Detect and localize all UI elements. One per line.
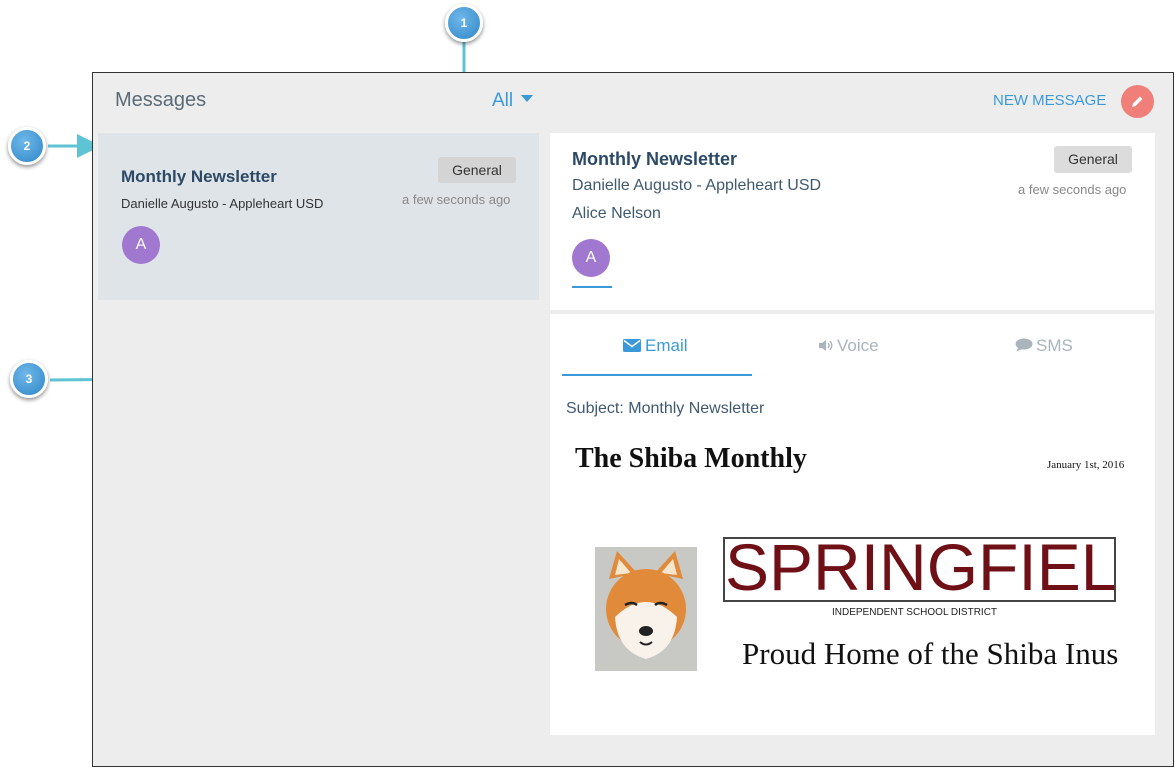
page-title: Messages (115, 89, 207, 111)
list-item-sender: Danielle Augusto - Appleheart USD (121, 196, 324, 211)
callout-2: 2 (8, 127, 46, 165)
detail-title: Monthly Newsletter (572, 149, 738, 169)
newsletter-tagline: Proud Home of the Shiba Inus (742, 636, 1119, 671)
shiba-image (595, 547, 697, 671)
list-item-avatar: A (122, 226, 160, 264)
pencil-icon (1132, 96, 1143, 107)
springfield-logo: SPRINGFIELD (723, 537, 1116, 602)
newsletter-date: January 1st, 2016 (1047, 459, 1125, 471)
filter-dropdown[interactable]: All (492, 90, 534, 112)
active-tab-indicator (562, 374, 752, 376)
caret-down-icon (521, 95, 534, 103)
detail-sender: Danielle Augusto - Appleheart USD (572, 177, 822, 194)
avatar-selected-indicator (572, 286, 612, 288)
new-message-link[interactable]: NEW MESSAGE (993, 92, 1106, 109)
email-subject: Subject: Monthly Newsletter (566, 400, 765, 417)
detail-avatar[interactable]: A (572, 239, 610, 277)
list-item-badge: General (438, 157, 516, 183)
tab-sms[interactable]: SMS (1015, 336, 1073, 356)
chat-bubble-icon (1015, 338, 1033, 352)
tab-voice-label: Voice (837, 336, 879, 355)
shiba-face-icon (606, 551, 686, 659)
envelope-icon (623, 339, 641, 352)
filter-value: All (492, 90, 514, 111)
detail-badge: General (1054, 146, 1132, 173)
tab-sms-label: SMS (1036, 336, 1073, 355)
list-item-title: Monthly Newsletter (121, 167, 277, 186)
callout-3: 3 (10, 360, 48, 398)
tab-voice[interactable]: Voice (818, 336, 879, 356)
newsletter-title: The Shiba Monthly (575, 443, 807, 474)
list-item-time: a few seconds ago (402, 192, 511, 207)
district-name: INDEPENDENT SCHOOL DISTRICT (832, 607, 998, 618)
tab-email[interactable]: Email (623, 336, 688, 356)
tab-email-label: Email (645, 336, 688, 355)
new-message-button[interactable] (1121, 85, 1154, 118)
detail-time: a few seconds ago (1018, 182, 1127, 197)
logo-text: SPRINGFIELD (725, 537, 1116, 602)
callout-1: 1 (445, 4, 483, 42)
detail-recipient[interactable]: Alice Nelson (572, 205, 661, 223)
speaker-icon (819, 340, 833, 351)
